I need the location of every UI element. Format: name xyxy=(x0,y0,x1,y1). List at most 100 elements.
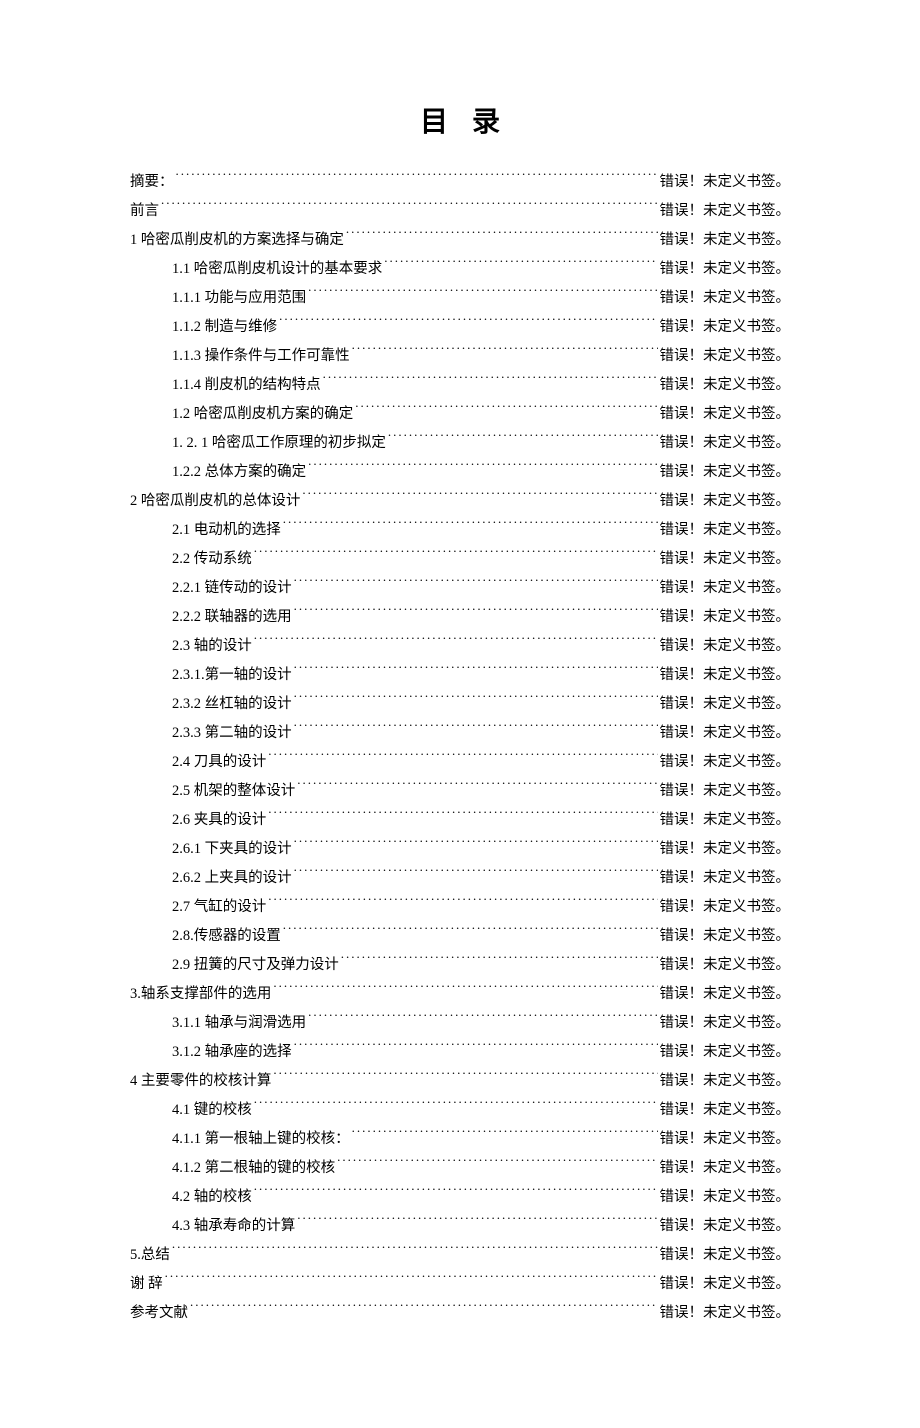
toc-entry-label: 2 哈密瓜削皮机的总体设计 xyxy=(130,487,300,516)
toc-page-ref: 错误！未定义书签。 xyxy=(660,806,791,835)
toc-row: 3.1.2 轴承座的选择错误！未定义书签。 xyxy=(130,1038,790,1067)
toc-row: 4.2 轴的校核错误！未定义书签。 xyxy=(130,1183,790,1212)
toc-leader-dots xyxy=(308,1013,657,1028)
toc-page-ref: 错误！未定义书签。 xyxy=(660,1067,791,1096)
toc-entry-label: 4 主要零件的校核计算 xyxy=(130,1067,271,1096)
toc-row: 前言 错误！未定义书签。 xyxy=(130,197,790,226)
toc-entry-label: 参考文献 xyxy=(130,1299,188,1328)
toc-entry-label: 1.1.1 功能与应用范围 xyxy=(172,284,306,313)
toc-page-ref: 错误！未定义书签。 xyxy=(660,1212,791,1241)
toc-leader-dots xyxy=(294,694,658,709)
toc-entry-label: 2.9 扭簧的尺寸及弹力设计 xyxy=(172,951,339,980)
toc-row: 3.轴系支撑部件的选用 错误！未定义书签。 xyxy=(130,980,790,1009)
doc-title: 目录 xyxy=(130,100,790,140)
toc-entry-label: 前言 xyxy=(130,197,159,226)
toc-row: 2.9 扭簧的尺寸及弹力设计 错误！未定义书签。 xyxy=(130,951,790,980)
toc-leader-dots xyxy=(388,433,658,448)
toc-leader-dots xyxy=(294,665,658,680)
toc-leader-dots xyxy=(297,781,657,796)
toc-leader-dots xyxy=(273,984,657,999)
toc-row: 4.1.1 第一根轴上键的校核： 错误！未定义书签。 xyxy=(130,1125,790,1154)
toc-leader-dots xyxy=(254,1187,658,1202)
toc-leader-dots xyxy=(254,636,658,651)
toc-row: 摘要：错误！未定义书签。 xyxy=(130,168,790,197)
toc-page-ref: 错误！未定义书签。 xyxy=(660,1241,791,1270)
toc-leader-dots xyxy=(268,810,657,825)
toc-page-ref: 错误！未定义书签。 xyxy=(660,255,791,284)
toc-row: 2 哈密瓜削皮机的总体设计错误！未定义书签。 xyxy=(130,487,790,516)
toc-page-ref: 错误！未定义书签。 xyxy=(660,1154,791,1183)
toc-entry-label: 1.2 哈密瓜削皮机方案的确定 xyxy=(172,400,353,429)
toc-entry-label: 2.1 电动机的选择 xyxy=(172,516,281,545)
toc-entry-label: 摘要： xyxy=(130,168,174,197)
toc-row: 1.1.1 功能与应用范围错误！未定义书签。 xyxy=(130,284,790,313)
toc-entry-label: 4.1 键的校核 xyxy=(172,1096,252,1125)
toc-row: 2.6 夹具的设计错误！未定义书签。 xyxy=(130,806,790,835)
toc-row: 5.总结错误！未定义书签。 xyxy=(130,1241,790,1270)
toc-entry-label: 2.3 轴的设计 xyxy=(172,632,252,661)
toc-page-ref: 错误！未定义书签。 xyxy=(660,980,791,1009)
toc-row: 谢 辞错误！未定义书签。 xyxy=(130,1270,790,1299)
toc-row: 2.7 气缸的设计错误！未定义书签。 xyxy=(130,893,790,922)
toc-row: 1.2.2 总体方案的确定错误！未定义书签。 xyxy=(130,458,790,487)
toc-page-ref: 错误！未定义书签。 xyxy=(660,603,791,632)
toc-entry-label: 3.轴系支撑部件的选用 xyxy=(130,980,271,1009)
toc-leader-dots xyxy=(268,752,657,767)
toc-row: 2.4 刀具的设计错误！未定义书签。 xyxy=(130,748,790,777)
toc-row: 1 哈密瓜削皮机的方案选择与确定错误！未定义书签。 xyxy=(130,226,790,255)
toc-entry-label: 2.6.2 上夹具的设计 xyxy=(172,864,292,893)
toc-row: 1.2 哈密瓜削皮机方案的确定错误！未定义书签。 xyxy=(130,400,790,429)
toc-page-ref: 错误！未定义书签。 xyxy=(660,197,791,226)
toc-leader-dots xyxy=(294,839,658,854)
toc-page-ref: 错误！未定义书签。 xyxy=(660,661,791,690)
toc-leader-dots xyxy=(294,1042,658,1057)
toc-leader-dots xyxy=(384,259,657,274)
toc-page-ref: 错误！未定义书签。 xyxy=(660,951,791,980)
toc-entry-label: 1. 2. 1 哈密瓜工作原理的初步拟定 xyxy=(172,429,386,458)
toc-entry-label: 4.1.2 第二根轴的键的校核 xyxy=(172,1154,335,1183)
toc-row: 2.6.1 下夹具的设计错误！未定义书签。 xyxy=(130,835,790,864)
toc-entry-label: 2.8.传感器的设置 xyxy=(172,922,281,951)
toc-entry-label: 3.1.2 轴承座的选择 xyxy=(172,1038,292,1067)
toc-row: 4.3 轴承寿命的计算错误！未定义书签。 xyxy=(130,1212,790,1241)
toc-row: 2.3 轴的设计错误！未定义书签。 xyxy=(130,632,790,661)
toc-leader-dots xyxy=(297,1216,657,1231)
toc-page-ref: 错误！未定义书签。 xyxy=(660,922,791,951)
toc-entry-label: 4.1.1 第一根轴上键的校核： xyxy=(172,1125,350,1154)
toc-leader-dots xyxy=(254,1100,658,1115)
toc-row: 4 主要零件的校核计算 错误！未定义书签。 xyxy=(130,1067,790,1096)
toc-entry-label: 1.1.3 操作条件与工作可靠性 xyxy=(172,342,350,371)
toc-entry-label: 2.7 气缸的设计 xyxy=(172,893,266,922)
toc-entry-label: 1.1.2 制造与维修 xyxy=(172,313,277,342)
toc-row: 2.1 电动机的选择错误！未定义书签。 xyxy=(130,516,790,545)
toc-page-ref: 错误！未定义书签。 xyxy=(660,545,791,574)
toc-leader-dots xyxy=(352,1129,658,1144)
toc-leader-dots xyxy=(294,723,658,738)
toc-entry-label: 2.3.2 丝杠轴的设计 xyxy=(172,690,292,719)
toc-page-ref: 错误！未定义书签。 xyxy=(660,429,791,458)
toc-leader-dots xyxy=(308,288,657,303)
toc-leader-dots xyxy=(352,346,658,361)
toc-leader-dots xyxy=(341,955,658,970)
toc-page-ref: 错误！未定义书签。 xyxy=(660,1299,791,1328)
toc-row: 2.3.3 第二轴的设计错误！未定义书签。 xyxy=(130,719,790,748)
toc-row: 2.2 传动系统错误！未定义书签。 xyxy=(130,545,790,574)
toc-page-ref: 错误！未定义书签。 xyxy=(660,574,791,603)
toc-page-ref: 错误！未定义书签。 xyxy=(660,458,791,487)
table-of-contents: 摘要：错误！未定义书签。前言错误！未定义书签。1 哈密瓜削皮机的方案选择与确定错… xyxy=(130,168,790,1328)
toc-row: 2.2.1 链传动的设计错误！未定义书签。 xyxy=(130,574,790,603)
toc-page-ref: 错误！未定义书签。 xyxy=(660,1125,791,1154)
toc-leader-dots xyxy=(165,1274,658,1289)
toc-entry-label: 2.4 刀具的设计 xyxy=(172,748,266,777)
toc-page-ref: 错误！未定义书签。 xyxy=(660,835,791,864)
toc-leader-dots xyxy=(279,317,657,332)
toc-row: 1.1.4 削皮机的结构特点错误！未定义书签。 xyxy=(130,371,790,400)
toc-page-ref: 错误！未定义书签。 xyxy=(660,1270,791,1299)
toc-leader-dots xyxy=(337,1158,657,1173)
toc-leader-dots xyxy=(294,607,658,622)
toc-row: 1. 2. 1 哈密瓜工作原理的初步拟定 错误！未定义书签。 xyxy=(130,429,790,458)
toc-entry-label: 1 哈密瓜削皮机的方案选择与确定 xyxy=(130,226,344,255)
toc-leader-dots xyxy=(355,404,657,419)
toc-page-ref: 错误！未定义书签。 xyxy=(660,371,791,400)
toc-leader-dots xyxy=(294,578,658,593)
